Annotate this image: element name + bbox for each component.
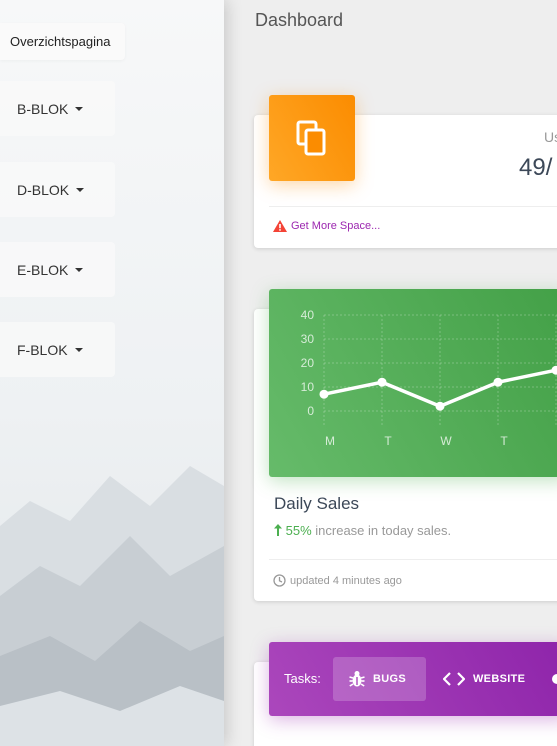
get-more-space-link[interactable]: Get More Space... [291, 220, 380, 232]
copy-icon [296, 120, 326, 156]
sidebar-item-label: F-BLOK [17, 341, 68, 358]
tab-website-label: WEBSITE [473, 673, 526, 685]
chart-x-tick-label: M [325, 434, 335, 448]
caret-down-icon [74, 347, 83, 352]
tab-website[interactable]: WEBSITE [427, 657, 541, 701]
arrow-up-icon [274, 524, 282, 536]
sidebar-item-b-blok[interactable]: B-BLOK [0, 81, 115, 136]
chart-data-point [493, 377, 503, 387]
caret-down-icon [75, 267, 84, 272]
chart-data-point [551, 365, 557, 375]
storage-used-label: Us [544, 129, 557, 145]
sidebar-item-label: Overzichtspagina [10, 34, 111, 49]
card-divider [269, 559, 557, 560]
caret-down-icon [75, 106, 84, 111]
sidebar-item-overzichtspagina[interactable]: Overzichtspagina [0, 23, 125, 60]
sidebar-item-e-blok[interactable]: E-BLOK [0, 242, 115, 297]
chart-data-point [435, 401, 445, 411]
daily-sales-updated-text: updated 4 minutes ago [290, 574, 402, 587]
chart-x-tick-label: T [384, 434, 392, 448]
chart-data-point [377, 377, 387, 387]
warning-icon [273, 220, 287, 232]
chart-x-tick-label: W [440, 434, 452, 448]
sidebar-item-d-blok[interactable]: D-BLOK [0, 162, 115, 217]
daily-sales-title: Daily Sales [274, 494, 360, 513]
daily-sales-increase-percent: 55% [285, 523, 312, 538]
page-title: Dashboard [255, 10, 344, 30]
tab-bugs[interactable]: BUGS [333, 657, 426, 701]
tab-bugs-label: BUGS [373, 673, 406, 685]
chart-y-tick-label: 40 [301, 308, 315, 322]
daily-sales-increase-text: increase in today sales. [311, 523, 452, 538]
chart-x-tick-label: T [500, 434, 508, 448]
sidebar-item-label: E-BLOK [17, 261, 69, 278]
daily-sales-chart: 0 10 20 30 40 M T W T [269, 289, 557, 477]
chart-y-tick-label: 10 [301, 380, 315, 394]
storage-card-icon-box [269, 95, 355, 181]
card-divider [269, 206, 557, 207]
daily-sales-chart-svg: 0 10 20 30 40 M T W T [301, 308, 557, 448]
code-icon [443, 672, 465, 686]
tasks-label: Tasks: [284, 671, 321, 686]
daily-sales-footer: updated 4 minutes ago [273, 574, 402, 587]
chart-y-tick-label: 30 [301, 332, 315, 346]
caret-down-icon [76, 187, 85, 192]
sidebar-background-image [0, 466, 224, 746]
tasks-header: Tasks: BUGS WEBSITE [269, 642, 557, 716]
bug-icon [349, 671, 365, 687]
chart-y-tick-label: 0 [307, 404, 314, 418]
sidebar-item-label: D-BLOK [17, 181, 70, 198]
chart-y-tick-label: 20 [301, 356, 315, 370]
chart-data-point [319, 389, 329, 399]
sidebar-item-label: B-BLOK [17, 100, 69, 117]
clock-icon [273, 574, 286, 587]
storage-card-footer: Get More Space... [273, 220, 380, 232]
sidebar: Overzichtspagina B-BLOK D-BLOK E-BLOK F-… [0, 0, 224, 746]
storage-used-value: 49/ [519, 154, 553, 181]
daily-sales-description: 55% increase in today sales. [274, 523, 451, 538]
tab-server-icon-partial[interactable] [552, 674, 557, 684]
sidebar-item-f-blok[interactable]: F-BLOK [0, 322, 115, 377]
